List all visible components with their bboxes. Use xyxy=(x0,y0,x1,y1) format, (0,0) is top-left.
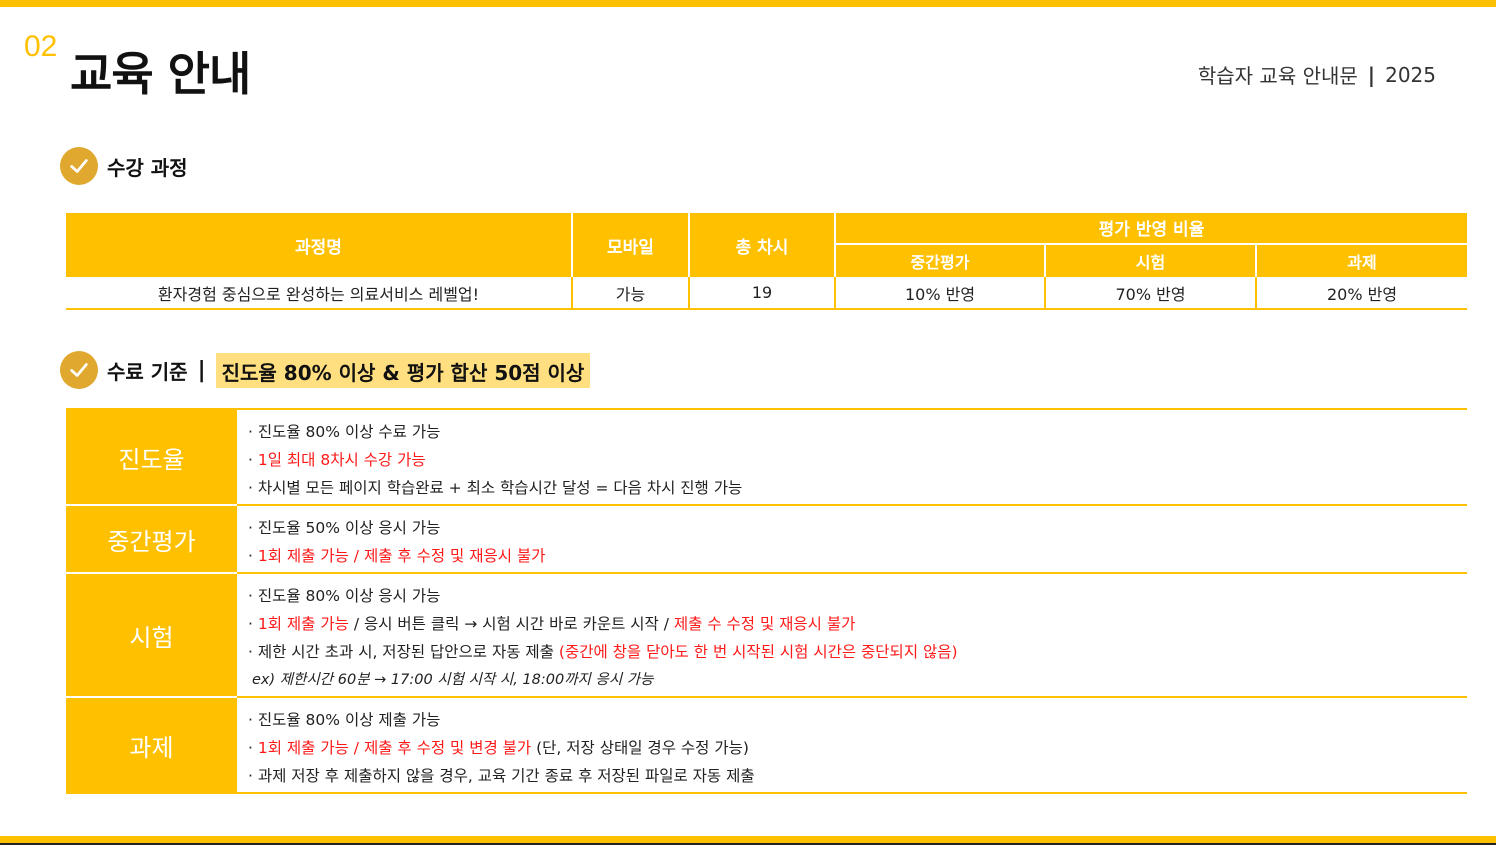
bullet: · xyxy=(248,547,258,565)
check-icon xyxy=(60,147,98,185)
col-course-name: 과정명 xyxy=(66,213,573,277)
criteria-row-assignment: 과제 · 진도율 80% 이상 제출 가능 · 1회 제출 가능 / 제출 후 … xyxy=(66,698,1467,794)
completion-section-heading: 수료 기준 | 진도율 80% 이상 & 평가 합산 50점 이상 xyxy=(60,351,591,389)
col-eval-ratio: 평가 반영 비율 xyxy=(834,213,1467,245)
criteria-text: (단, 저장 상태일 경우 수정 가능) xyxy=(531,739,749,757)
criteria-line: · 제한 시간 초과 시, 저장된 답안으로 자동 제출 (중간에 창을 닫아도… xyxy=(248,638,1455,666)
cell-assignment: 20% 반영 xyxy=(1255,277,1467,310)
criteria-body: · 진도율 80% 이상 응시 가능 · 1회 제출 가능 / 응시 버튼 클릭… xyxy=(237,574,1467,696)
col-midterm: 중간평가 xyxy=(835,243,1046,277)
criteria-label: 진도율 xyxy=(66,410,237,506)
criteria-line: · 1회 제출 가능 / 제출 후 수정 및 재응시 불가 xyxy=(248,542,1455,570)
cell-mobile: 가능 xyxy=(571,277,689,310)
warning-text: 1일 최대 8차시 수강 가능 xyxy=(257,451,426,469)
criteria-label: 시험 xyxy=(66,574,237,698)
cell-midterm: 10% 반영 xyxy=(834,277,1045,310)
warning-text: (중간에 창을 닫아도 한 번 시작된 시험 시간은 중단되지 않음) xyxy=(558,643,958,661)
criteria-line: · 차시별 모든 페이지 학습완료 + 최소 학습시간 달성 = 다음 차시 진… xyxy=(248,479,743,497)
bullet: · xyxy=(248,615,258,633)
completion-separator: | xyxy=(197,357,206,383)
col-exam: 시험 xyxy=(1044,243,1257,277)
course-table: 과정명 모바일 총 차시 평가 반영 비율 중간평가 시험 과제 환자경험 중심… xyxy=(66,213,1467,310)
doc-name: 학습자 교육 안내문 xyxy=(1197,64,1358,88)
criteria-row-exam: 시험 · 진도율 80% 이상 응시 가능 · 1회 제출 가능 / 응시 버튼… xyxy=(66,574,1467,698)
criteria-label: 과제 xyxy=(66,698,237,792)
completion-criteria-table: 진도율 · 진도율 80% 이상 수료 가능 · 1일 최대 8차시 수강 가능… xyxy=(66,408,1467,794)
warning-text: 1회 제출 가능 / 제출 후 수정 및 변경 불가 xyxy=(257,739,532,757)
col-total-sessions: 총 차시 xyxy=(688,213,836,277)
section-number: 02 xyxy=(24,30,58,63)
criteria-line: · 1일 최대 8차시 수강 가능 xyxy=(248,446,1455,474)
criteria-line: · 1회 제출 가능 / 응시 버튼 클릭 → 시험 시간 바로 카운트 시작 … xyxy=(248,610,1455,638)
example-line: ex) 제한시간 60분 → 17:00 시험 시작 시, 18:00까지 응시… xyxy=(252,672,654,688)
criteria-label: 중간평가 xyxy=(66,506,237,574)
warning-text: 1회 제출 가능 / 제출 후 수정 및 재응시 불가 xyxy=(257,547,546,565)
criteria-row-midterm: 중간평가 · 진도율 50% 이상 응시 가능 · 1회 제출 가능 / 제출 … xyxy=(66,506,1467,574)
bottom-accent-bar xyxy=(0,836,1496,845)
criteria-line: · 과제 저장 후 제출하지 않을 경우, 교육 기간 종료 후 저장된 파일로… xyxy=(248,767,755,785)
col-mobile: 모바일 xyxy=(571,213,690,277)
top-accent-bar xyxy=(0,0,1496,7)
criteria-line: · 진도율 80% 이상 제출 가능 xyxy=(248,711,441,729)
criteria-line: · 진도율 80% 이상 수료 가능 xyxy=(248,423,441,441)
header-meta: 학습자 교육 안내문 | 2025 xyxy=(1198,60,1436,89)
criteria-line: · 진도율 80% 이상 응시 가능 xyxy=(248,587,441,605)
doc-year: 2025 xyxy=(1385,62,1436,87)
course-section-heading: 수강 과정 xyxy=(60,147,188,185)
table-row: 환자경험 중심으로 완성하는 의료서비스 레벨업! 가능 19 10% 반영 7… xyxy=(66,277,1467,310)
cell-exam: 70% 반영 xyxy=(1044,277,1256,310)
criteria-line: · 1회 제출 가능 / 제출 후 수정 및 변경 불가 (단, 저장 상태일 … xyxy=(248,734,1455,762)
completion-criteria-highlight: 진도율 80% 이상 & 평가 합산 50점 이상 xyxy=(215,352,591,388)
page-title: 교육 안내 xyxy=(70,47,251,101)
criteria-text: / 응시 버튼 클릭 → 시험 시간 바로 카운트 시작 / xyxy=(348,615,674,633)
warning-text: 1회 제출 가능 xyxy=(257,615,349,633)
warning-text: 제출 수 수정 및 재응시 불가 xyxy=(673,615,856,633)
cell-sessions: 19 xyxy=(688,277,835,310)
criteria-line: · 진도율 50% 이상 응시 가능 xyxy=(248,519,441,537)
criteria-body: · 진도율 50% 이상 응시 가능 · 1회 제출 가능 / 제출 후 수정 … xyxy=(237,506,1467,572)
bullet: · xyxy=(248,739,258,757)
check-icon xyxy=(60,351,98,389)
completion-section-title: 수료 기준 xyxy=(107,359,188,384)
course-section-title: 수강 과정 xyxy=(107,155,188,180)
header-separator: | xyxy=(1367,62,1376,87)
cell-course-name: 환자경험 중심으로 완성하는 의료서비스 레벨업! xyxy=(66,277,572,310)
col-assignment: 과제 xyxy=(1255,243,1467,277)
bullet: · xyxy=(248,451,258,469)
criteria-body: · 진도율 80% 이상 수료 가능 · 1일 최대 8차시 수강 가능 · 차… xyxy=(237,410,1467,504)
criteria-body: · 진도율 80% 이상 제출 가능 · 1회 제출 가능 / 제출 후 수정 … xyxy=(237,698,1467,792)
criteria-row-progress: 진도율 · 진도율 80% 이상 수료 가능 · 1일 최대 8차시 수강 가능… xyxy=(66,410,1467,506)
criteria-text: · 제한 시간 초과 시, 저장된 답안으로 자동 제출 xyxy=(248,643,559,661)
